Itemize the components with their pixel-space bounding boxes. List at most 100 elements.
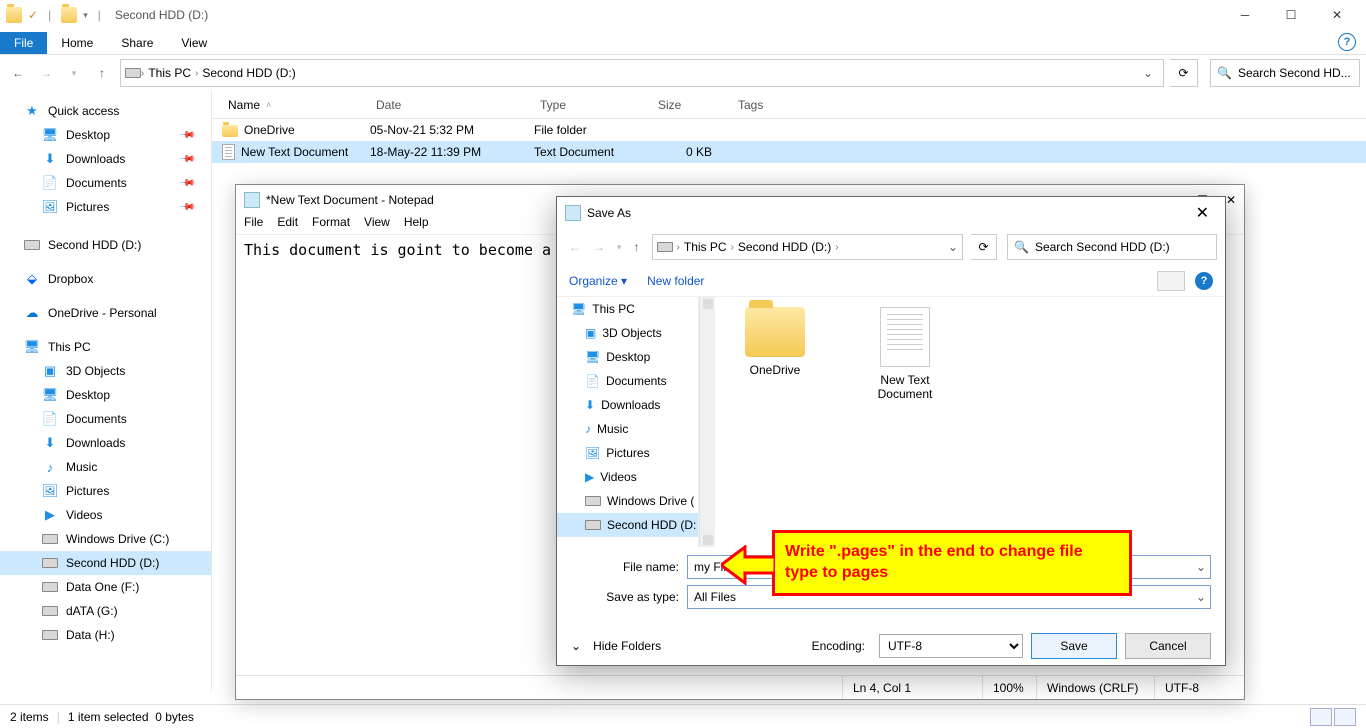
tab-view[interactable]: View [167, 32, 221, 54]
cancel-button[interactable]: Cancel [1125, 633, 1211, 659]
np-status-enc: UTF-8 [1154, 676, 1244, 699]
tree-thispc[interactable]: 🖥This PC [557, 297, 698, 321]
breadcrumb-drive[interactable]: Second HDD (D:) [198, 66, 299, 80]
np-menu-file[interactable]: File [244, 215, 263, 234]
nav-pc-pictures[interactable]: 🖼Pictures [0, 479, 211, 503]
address-dropdown-icon[interactable]: ⌄ [1137, 66, 1159, 80]
dialog-close-button[interactable]: ✕ [1188, 203, 1217, 223]
tree-desktop[interactable]: 🖥Desktop [557, 345, 698, 369]
nav-pc-desktop[interactable]: 🖥Desktop [0, 383, 211, 407]
tree-videos[interactable]: ▶Videos [557, 465, 698, 489]
tree-d-drive[interactable]: Second HDD (D: [557, 513, 698, 537]
breadcrumb-thispc[interactable]: This PC [144, 66, 195, 80]
dialog-tree-scrollbar[interactable] [699, 297, 715, 547]
filename-label: File name: [571, 560, 687, 574]
nav-desktop[interactable]: 🖥Desktop📌 [0, 123, 211, 147]
tree-music[interactable]: ♪Music [557, 417, 698, 441]
dlg-forward-button[interactable]: → [589, 240, 609, 254]
nav-thispc[interactable]: 🖥This PC [0, 335, 211, 359]
nav-pc-downloads[interactable]: ⬇Downloads [0, 431, 211, 455]
nav-onedrive[interactable]: ☁OneDrive - Personal [0, 301, 211, 325]
np-menu-format[interactable]: Format [312, 215, 350, 234]
annotation-text: Write ".pages" in the end to change file… [775, 542, 1129, 584]
recent-dropdown[interactable]: ▾ [62, 61, 86, 85]
maximize-button[interactable]: ☐ [1268, 0, 1314, 30]
new-folder-button[interactable]: New folder [647, 274, 704, 288]
nav-pc-h-drive[interactable]: Data (H:) [0, 623, 211, 647]
back-button[interactable]: ← [6, 61, 30, 85]
help-icon[interactable]: ? [1338, 33, 1356, 51]
nav-second-hdd[interactable]: Second HDD (D:) [0, 233, 211, 257]
saveastype-label: Save as type: [571, 590, 687, 604]
tab-file[interactable]: File [0, 32, 47, 54]
tab-home[interactable]: Home [47, 32, 107, 54]
dlg-search-placeholder: Search Second HDD (D:) [1035, 240, 1170, 254]
search-icon: 🔍 [1217, 66, 1232, 80]
col-type[interactable]: Type [534, 98, 652, 112]
minimize-button[interactable]: ─ [1222, 0, 1268, 30]
search-input[interactable]: 🔍 Search Second HD... [1210, 59, 1360, 87]
col-date[interactable]: Date [370, 98, 534, 112]
drive-icon [125, 68, 141, 78]
tree-pictures[interactable]: 🖼Pictures [557, 441, 698, 465]
file-row[interactable]: New Text Document 18-May-22 11:39 PM Tex… [212, 141, 1366, 163]
nav-pc-g-drive[interactable]: dATA (G:) [0, 599, 211, 623]
col-size[interactable]: Size [652, 98, 732, 112]
dlg-address-bar[interactable]: › This PC › Second HDD (D:) › ⌄ [652, 234, 963, 260]
file-row[interactable]: OneDrive 05-Nov-21 5:32 PM File folder [212, 119, 1366, 141]
np-menu-edit[interactable]: Edit [277, 215, 298, 234]
drive-icon [657, 242, 673, 252]
dlg-file-onedrive[interactable]: OneDrive [725, 307, 825, 377]
nav-pc-d-drive[interactable]: Second HDD (D:) [0, 551, 211, 575]
nav-documents[interactable]: 📄Documents📌 [0, 171, 211, 195]
np-menu-help[interactable]: Help [404, 215, 429, 234]
notepad-status-bar: Ln 4, Col 1 100% Windows (CRLF) UTF-8 [236, 675, 1244, 699]
nav-pictures[interactable]: 🖼Pictures📌 [0, 195, 211, 219]
dlg-view-button[interactable] [1157, 271, 1185, 291]
tree-c-drive[interactable]: Windows Drive ( [557, 489, 698, 513]
tab-share[interactable]: Share [107, 32, 167, 54]
col-tags[interactable]: Tags [732, 98, 812, 112]
tree-3d[interactable]: ▣3D Objects [557, 321, 698, 345]
nav-quick-access[interactable]: ★Quick access [0, 99, 211, 123]
nav-dropbox[interactable]: ⬙Dropbox [0, 267, 211, 291]
nav-pc-music[interactable]: ♪Music [0, 455, 211, 479]
dlg-back-button[interactable]: ← [565, 240, 585, 254]
folder-icon [745, 307, 805, 357]
dlg-refresh-button[interactable]: ⟳ [971, 234, 997, 260]
forward-button[interactable]: → [34, 61, 58, 85]
np-close-button[interactable]: ✕ [1226, 193, 1236, 207]
nav-pc-c-drive[interactable]: Windows Drive (C:) [0, 527, 211, 551]
organize-button[interactable]: Organize ▾ [569, 274, 627, 288]
nav-3d-objects[interactable]: ▣3D Objects [0, 359, 211, 383]
close-button[interactable]: ✕ [1314, 0, 1360, 30]
dlg-recent-dropdown[interactable]: ▾ [613, 242, 626, 253]
dlg-file-newtext[interactable]: New Text Document [855, 307, 955, 401]
dlg-crumb-thispc[interactable]: This PC [684, 240, 727, 254]
dlg-crumb-drive[interactable]: Second HDD (D:) [738, 240, 831, 254]
chevron-down-icon[interactable]: ⌄ [571, 639, 581, 653]
nav-pc-f-drive[interactable]: Data One (F:) [0, 575, 211, 599]
tree-documents[interactable]: 📄Documents [557, 369, 698, 393]
view-details-button[interactable] [1310, 708, 1332, 726]
save-button[interactable]: Save [1031, 633, 1117, 659]
encoding-select[interactable]: UTF-8 [879, 634, 1023, 658]
tree-downloads[interactable]: ⬇Downloads [557, 393, 698, 417]
dialog-file-list[interactable]: OneDrive New Text Document [715, 297, 1225, 547]
dialog-toolbar: Organize ▾ New folder ? [557, 265, 1225, 297]
col-name[interactable]: Name˄ [222, 98, 370, 112]
nav-pc-videos[interactable]: ▶Videos [0, 503, 211, 527]
view-large-button[interactable] [1334, 708, 1356, 726]
np-menu-view[interactable]: View [364, 215, 390, 234]
up-button[interactable]: ↑ [90, 61, 114, 85]
dlg-search-input[interactable]: 🔍 Search Second HDD (D:) [1007, 234, 1217, 260]
dlg-help-icon[interactable]: ? [1195, 272, 1213, 290]
refresh-button[interactable]: ⟳ [1170, 59, 1198, 87]
qat-dropdown-icon[interactable]: ▾ [83, 10, 88, 21]
nav-pc-documents[interactable]: 📄Documents [0, 407, 211, 431]
nav-downloads[interactable]: ⬇Downloads📌 [0, 147, 211, 171]
hide-folders-button[interactable]: Hide Folders [593, 639, 661, 653]
dlg-up-button[interactable]: ↑ [630, 240, 644, 254]
qat-check-icon[interactable]: ✓ [28, 8, 38, 22]
address-bar[interactable]: › This PC › Second HDD (D:) ⌄ [120, 59, 1164, 87]
